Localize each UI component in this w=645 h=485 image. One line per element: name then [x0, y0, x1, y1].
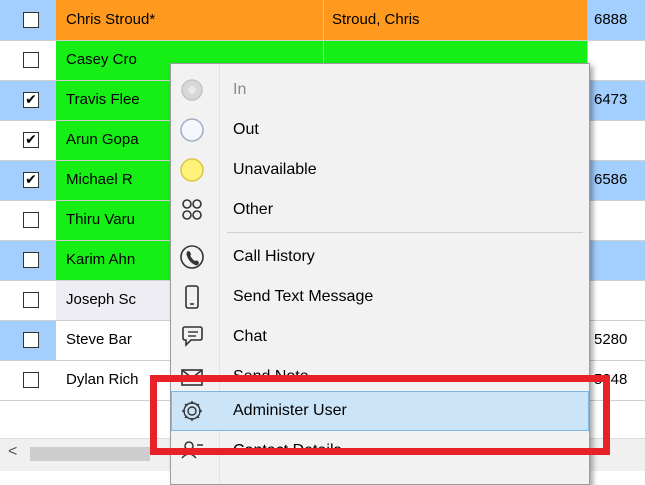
row-checkbox-cell: ✔	[0, 120, 56, 160]
status-in-icon	[177, 75, 207, 105]
menu-item-out[interactable]: Out	[171, 110, 589, 150]
call-history-icon	[177, 242, 207, 272]
chat-icon	[177, 322, 207, 352]
scroll-left-arrow[interactable]: <	[8, 443, 17, 461]
menu-item-chat[interactable]: Chat	[171, 317, 589, 357]
row-checkbox-cell	[0, 0, 56, 40]
row-checkbox-cell	[0, 320, 56, 360]
status-out-icon	[177, 115, 207, 145]
row-checkbox[interactable]	[23, 252, 39, 268]
row-checkbox-cell: ✔	[0, 160, 56, 200]
row-checkbox[interactable]	[23, 292, 39, 308]
extension-cell	[588, 40, 645, 80]
scrollbar-thumb[interactable]	[30, 447, 150, 461]
extension-cell	[588, 200, 645, 240]
menu-item-label: Out	[233, 121, 259, 138]
extension-cell: 6586	[588, 160, 645, 200]
highlight-annotation-box	[150, 375, 610, 455]
mobile-phone-icon	[177, 282, 207, 312]
row-checkbox[interactable]: ✔	[23, 132, 39, 148]
extension-cell: 5280	[588, 320, 645, 360]
menu-item-label: Chat	[233, 328, 267, 345]
menu-item-unavailable[interactable]: Unavailable	[171, 150, 589, 190]
row-checkbox[interactable]	[23, 332, 39, 348]
menu-item-send-text-message[interactable]: Send Text Message	[171, 277, 589, 317]
extension-cell	[588, 120, 645, 160]
menu-item-other[interactable]: Other	[171, 190, 589, 230]
name-cell: Chris Stroud*	[56, 0, 324, 40]
row-checkbox[interactable]	[23, 212, 39, 228]
row-checkbox[interactable]: ✔	[23, 92, 39, 108]
row-checkbox[interactable]	[23, 12, 39, 28]
row-checkbox[interactable]	[23, 372, 39, 388]
menu-item-call-history[interactable]: Call History	[171, 237, 589, 277]
row-checkbox[interactable]: ✔	[23, 172, 39, 188]
row-checkbox[interactable]	[23, 52, 39, 68]
row-checkbox-cell	[0, 360, 56, 400]
menu-item-label: Other	[233, 201, 274, 218]
menu-separator	[227, 232, 583, 233]
row-checkbox-cell	[0, 40, 56, 80]
row-checkbox-cell	[0, 240, 56, 280]
extension-cell: 6888	[588, 0, 645, 40]
menu-item-in[interactable]: In	[171, 70, 589, 110]
last-first-cell: Stroud, Chris	[324, 0, 588, 40]
row-checkbox-cell	[0, 280, 56, 320]
row-checkbox-cell: ✔	[0, 80, 56, 120]
row-checkbox-cell	[0, 200, 56, 240]
row-divider	[0, 40, 645, 41]
menu-item-label: Unavailable	[233, 161, 317, 178]
extension-cell	[588, 240, 645, 280]
menu-item-label: Send Text Message	[233, 288, 374, 305]
status-other-icon	[177, 195, 207, 225]
menu-item-label: Call History	[233, 248, 315, 265]
table-row[interactable]: Chris Stroud* Stroud, Chris 6888	[0, 0, 645, 40]
extension-cell: 6473	[588, 80, 645, 120]
menu-item-label: In	[233, 81, 247, 98]
extension-cell	[588, 280, 645, 320]
status-unavailable-icon	[177, 155, 207, 185]
